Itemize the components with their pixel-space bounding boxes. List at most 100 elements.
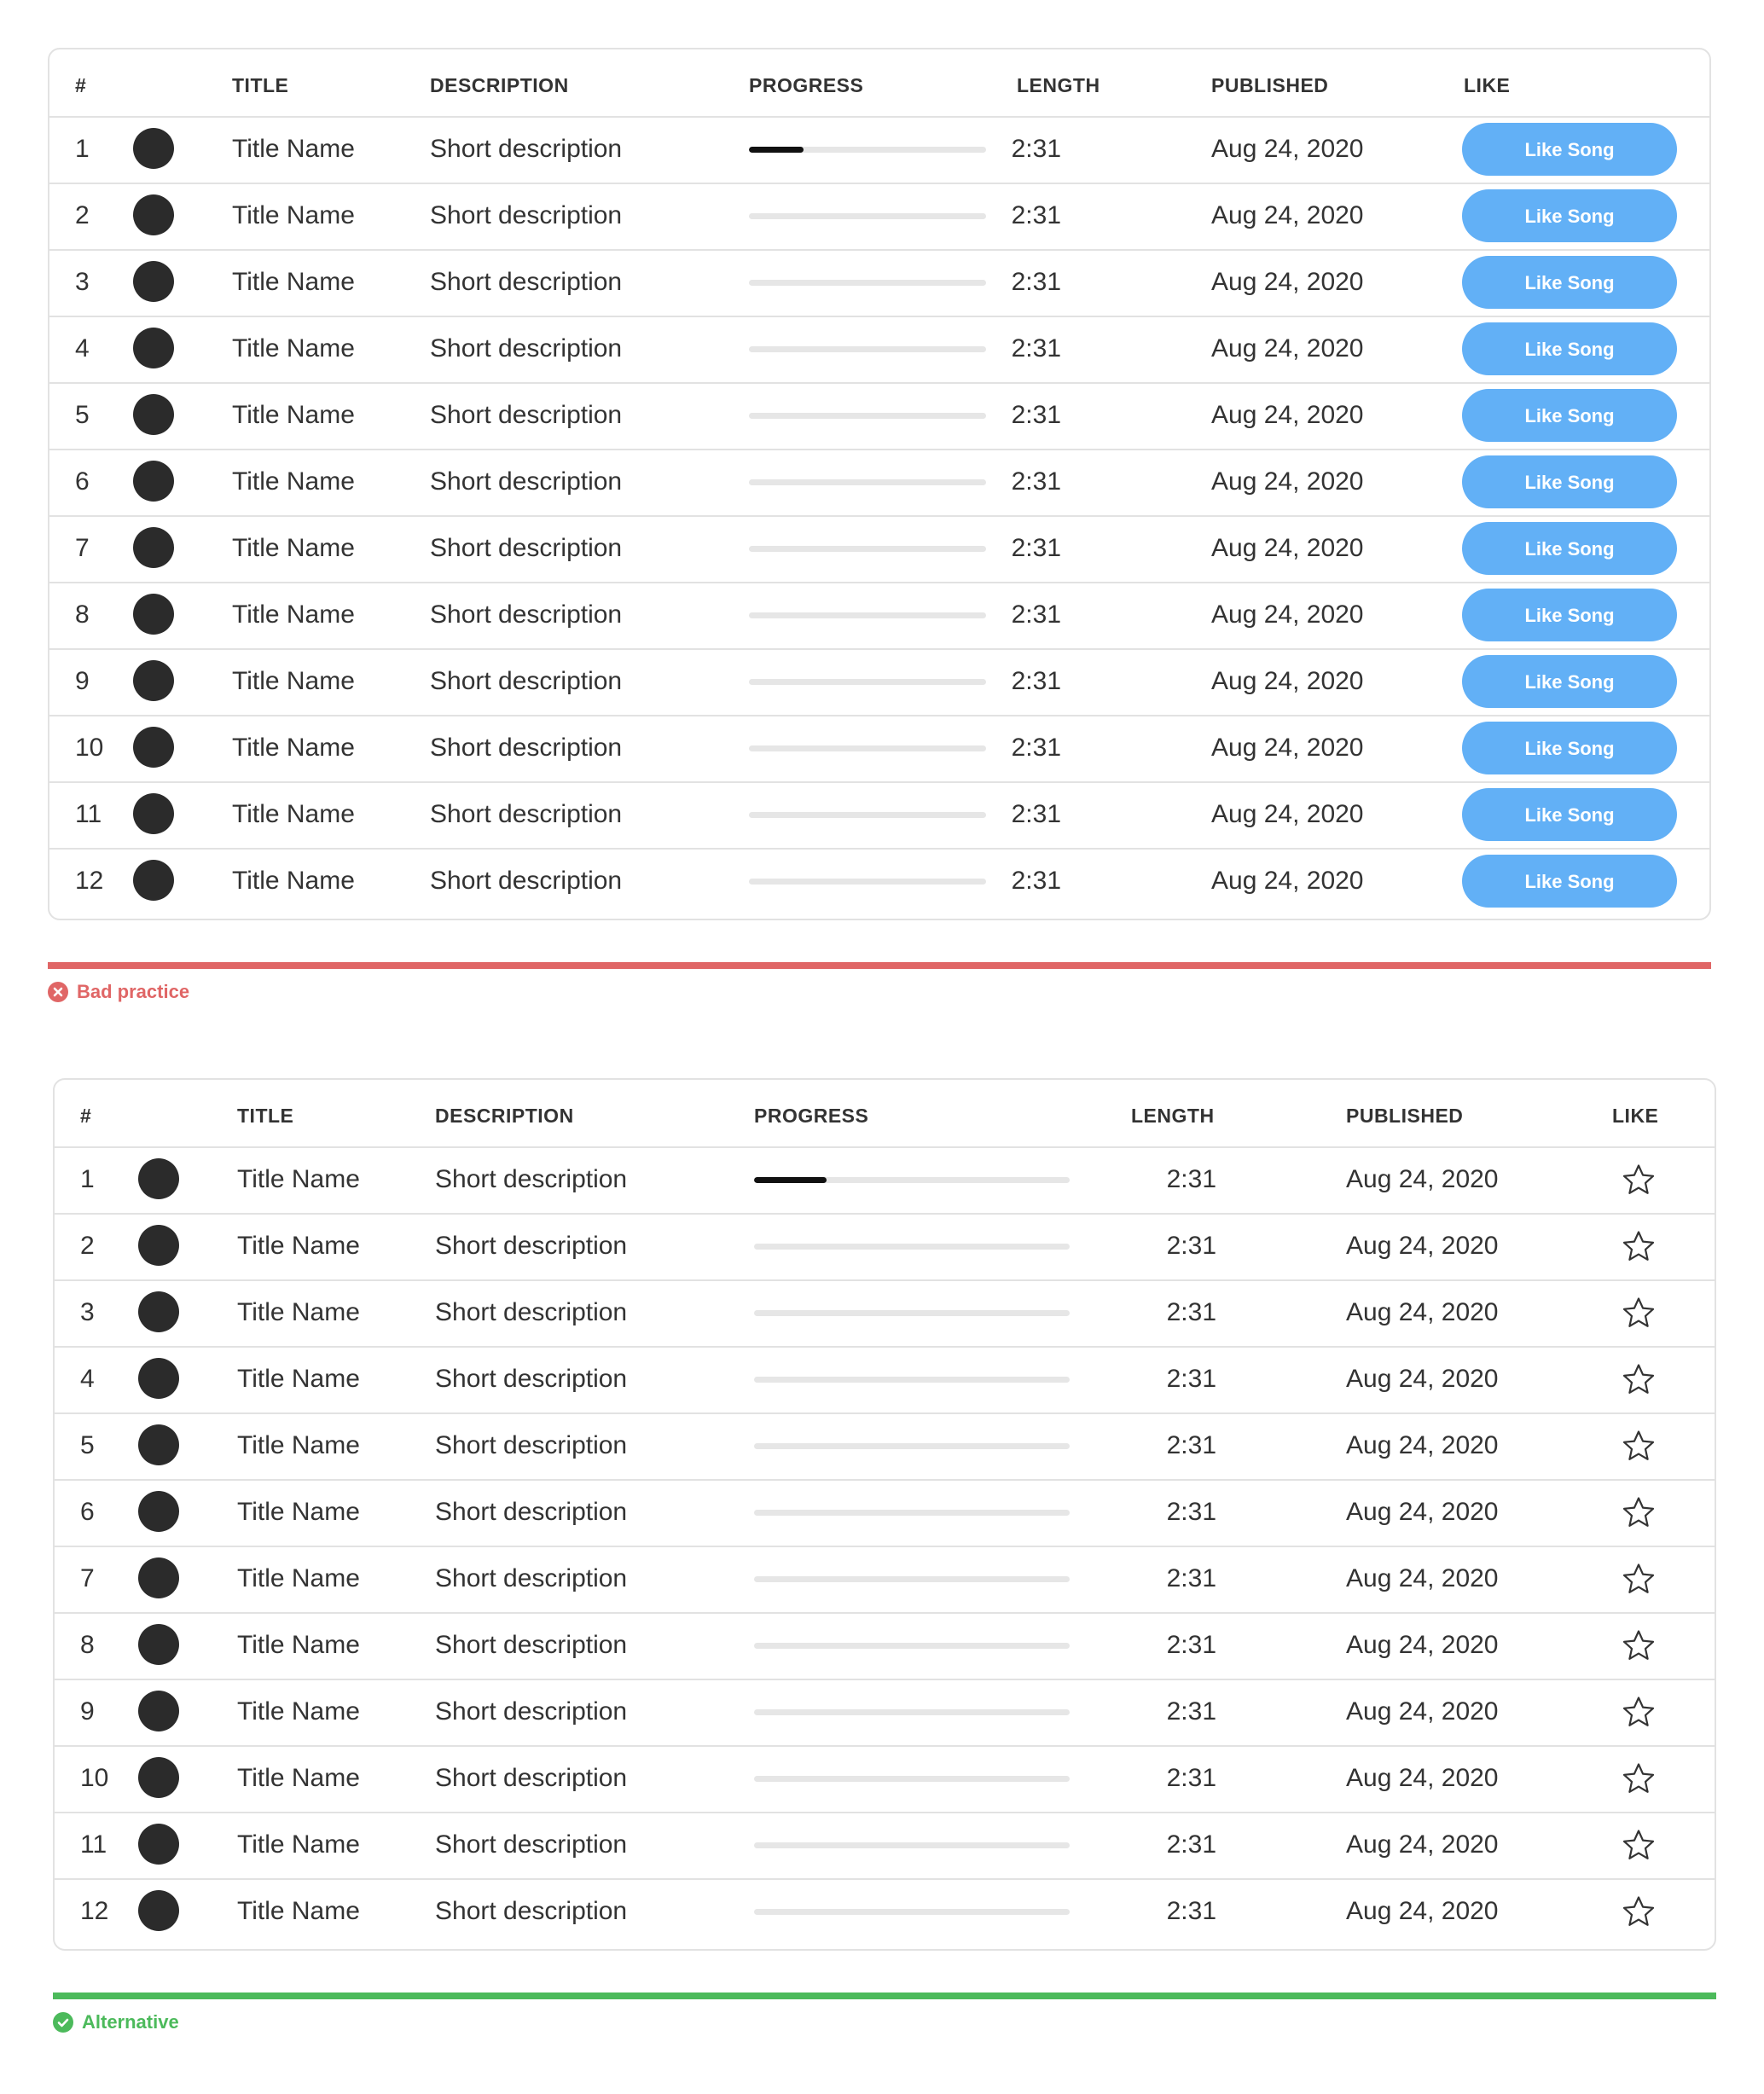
star-outline-icon[interactable] <box>1622 1629 1656 1662</box>
like-song-button[interactable]: Like Song <box>1462 123 1677 176</box>
table-row[interactable]: 8 Title Name Short description 2:31 Aug 24, … <box>55 1612 1715 1680</box>
header-description: DESCRIPTION <box>430 74 569 96</box>
table-row[interactable]: 12 Title Name Short description 2:31 Aug 24,… <box>49 848 1709 914</box>
avatar <box>133 128 174 169</box>
row-title: Title Name <box>232 800 355 828</box>
row-description: Short description <box>430 401 623 429</box>
progress-bar[interactable] <box>749 879 986 885</box>
row-length: 2:31 <box>1166 1897 1216 1925</box>
like-song-button[interactable]: Like Song <box>1462 655 1677 708</box>
table-row[interactable]: 1 Title Name Short description 2:31 Aug 24, … <box>49 116 1709 184</box>
row-published: Aug 24, 2020 <box>1346 1564 1499 1592</box>
progress-bar[interactable] <box>749 479 986 485</box>
table-row[interactable]: 11 Title Name Short description 2:31 Aug 24,… <box>55 1812 1715 1880</box>
table-row[interactable]: 2 Title Name Short description 2:31 Aug 24, … <box>55 1213 1715 1281</box>
star-outline-icon[interactable] <box>1622 1163 1656 1196</box>
table-row[interactable]: 12 Title Name Short description 2:31 Aug 24,… <box>55 1878 1715 1945</box>
row-number: 3 <box>80 1298 95 1326</box>
table-row[interactable]: 11 Title Name Short description 2:31 Aug 24,… <box>49 781 1709 850</box>
table-row[interactable]: 8 Title Name Short description 2:31 Aug 24, … <box>49 582 1709 650</box>
progress-bar[interactable] <box>754 1776 1070 1782</box>
table-row[interactable]: 4 Title Name Short description 2:31 Aug 24, … <box>55 1346 1715 1414</box>
star-outline-icon[interactable] <box>1622 1895 1656 1928</box>
like-song-button[interactable]: Like Song <box>1462 322 1677 375</box>
progress-bar[interactable] <box>754 1842 1070 1848</box>
like-song-button[interactable]: Like Song <box>1462 589 1677 641</box>
like-song-button[interactable]: Like Song <box>1462 455 1677 508</box>
row-published: Aug 24, 2020 <box>1346 1298 1499 1326</box>
progress-bar[interactable] <box>754 1909 1070 1915</box>
row-published: Aug 24, 2020 <box>1346 1232 1499 1260</box>
row-length: 2:31 <box>1166 1830 1216 1859</box>
progress-bar[interactable] <box>749 679 986 685</box>
row-title: Title Name <box>237 1897 360 1925</box>
like-song-button[interactable]: Like Song <box>1462 256 1677 309</box>
table-row[interactable]: 7 Title Name Short description 2:31 Aug 24, … <box>49 515 1709 583</box>
progress-bar[interactable] <box>754 1576 1070 1582</box>
progress-bar[interactable] <box>754 1709 1070 1715</box>
row-length: 2:31 <box>1011 201 1061 229</box>
like-song-button[interactable]: Like Song <box>1462 522 1677 575</box>
table-row[interactable]: 7 Title Name Short description 2:31 Aug 24, … <box>55 1546 1715 1614</box>
row-title: Title Name <box>232 734 355 762</box>
progress-bar[interactable] <box>749 413 986 419</box>
row-description: Short description <box>430 268 623 296</box>
table-row[interactable]: 5 Title Name Short description 2:31 Aug 24, … <box>55 1412 1715 1481</box>
row-length: 2:31 <box>1166 1365 1216 1393</box>
progress-bar[interactable] <box>749 812 986 818</box>
row-published: Aug 24, 2020 <box>1211 734 1364 762</box>
progress-bar[interactable] <box>749 346 986 352</box>
star-outline-icon[interactable] <box>1622 1696 1656 1728</box>
like-song-button[interactable]: Like Song <box>1462 722 1677 774</box>
row-length: 2:31 <box>1166 1165 1216 1193</box>
row-number: 10 <box>80 1764 109 1792</box>
progress-bar[interactable] <box>749 280 986 286</box>
progress-bar[interactable] <box>749 147 986 153</box>
progress-bar[interactable] <box>749 546 986 552</box>
like-song-button[interactable]: Like Song <box>1462 855 1677 908</box>
progress-bar[interactable] <box>754 1244 1070 1250</box>
progress-bar[interactable] <box>754 1377 1070 1383</box>
table-row[interactable]: 4 Title Name Short description 2:31 Aug 24, … <box>49 316 1709 384</box>
progress-bar[interactable] <box>754 1177 1070 1183</box>
row-description: Short description <box>435 1764 628 1792</box>
table-row[interactable]: 1 Title Name Short description 2:31 Aug 24, … <box>55 1146 1715 1215</box>
star-outline-icon[interactable] <box>1622 1496 1656 1528</box>
row-published: Aug 24, 2020 <box>1346 1697 1499 1726</box>
like-song-button[interactable]: Like Song <box>1462 189 1677 242</box>
row-title: Title Name <box>237 1165 360 1193</box>
table-row[interactable]: 6 Title Name Short description 2:31 Aug 24, … <box>55 1479 1715 1547</box>
row-number: 5 <box>80 1431 95 1459</box>
like-song-button[interactable]: Like Song <box>1462 389 1677 442</box>
table-row[interactable]: 5 Title Name Short description 2:31 Aug 24, … <box>49 382 1709 450</box>
table-row[interactable]: 3 Title Name Short description 2:31 Aug 24, … <box>55 1279 1715 1348</box>
row-title: Title Name <box>232 467 355 496</box>
star-outline-icon[interactable] <box>1622 1430 1656 1462</box>
star-outline-icon[interactable] <box>1622 1762 1656 1795</box>
table-row[interactable]: 9 Title Name Short description 2:31 Aug 24, … <box>55 1679 1715 1747</box>
table-row[interactable]: 10 Title Name Short description 2:31 Aug 24,… <box>49 715 1709 783</box>
progress-bar[interactable] <box>749 745 986 751</box>
star-outline-icon[interactable] <box>1622 1296 1656 1329</box>
progress-bar[interactable] <box>754 1443 1070 1449</box>
row-number: 11 <box>80 1830 107 1859</box>
star-outline-icon[interactable] <box>1622 1363 1656 1395</box>
star-outline-icon[interactable] <box>1622 1829 1656 1861</box>
progress-bar[interactable] <box>754 1510 1070 1516</box>
like-song-button[interactable]: Like Song <box>1462 788 1677 841</box>
row-description: Short description <box>430 734 623 762</box>
progress-bar[interactable] <box>754 1643 1070 1649</box>
table-row[interactable]: 3 Title Name Short description 2:31 Aug 24, … <box>49 249 1709 317</box>
star-outline-icon[interactable] <box>1622 1230 1656 1262</box>
progress-bar[interactable] <box>749 213 986 219</box>
table-row[interactable]: 10 Title Name Short description 2:31 Aug 24,… <box>55 1745 1715 1813</box>
progress-bar[interactable] <box>749 612 986 618</box>
table-row[interactable]: 2 Title Name Short description 2:31 Aug 24, … <box>49 183 1709 251</box>
table-row[interactable]: 6 Title Name Short description 2:31 Aug 24, … <box>49 449 1709 517</box>
progress-bar[interactable] <box>754 1310 1070 1316</box>
avatar <box>138 1757 179 1798</box>
table-row[interactable]: 9 Title Name Short description 2:31 Aug 24, … <box>49 648 1709 716</box>
row-number: 8 <box>80 1631 95 1659</box>
row-description: Short description <box>430 135 623 163</box>
star-outline-icon[interactable] <box>1622 1563 1656 1595</box>
